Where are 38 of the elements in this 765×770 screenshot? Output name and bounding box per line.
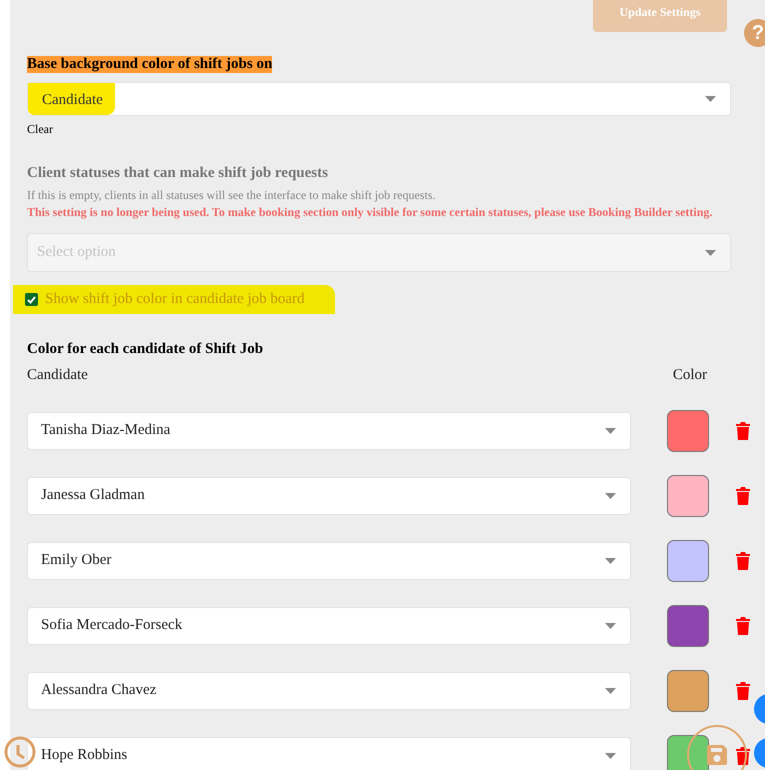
caret-icon [605, 492, 616, 498]
caret-icon [605, 688, 616, 694]
color-swatch[interactable] [667, 670, 709, 712]
caret-icon [605, 558, 616, 564]
base-color-select[interactable]: Candidate [27, 82, 731, 116]
color-swatch[interactable] [667, 734, 709, 770]
caret-icon [605, 752, 616, 758]
trash-icon[interactable] [736, 486, 750, 504]
trash-icon[interactable] [736, 552, 750, 570]
person-select[interactable]: Alessandra Chavez [27, 672, 631, 710]
color-swatch[interactable] [667, 604, 709, 646]
column-header: Candidate [27, 367, 88, 384]
person-select[interactable]: Janessa Gladman [27, 476, 631, 514]
clock-icon[interactable] [4, 736, 36, 768]
person-select[interactable]: Sofia Mercado-Forseck [27, 606, 631, 644]
trash-icon[interactable] [736, 616, 750, 634]
caret-icon [605, 428, 616, 434]
checkbox[interactable] [25, 293, 38, 306]
trash-icon[interactable] [736, 422, 750, 440]
person-select[interactable]: Emily Ober [27, 542, 631, 580]
color-swatch[interactable] [667, 540, 709, 582]
clear-link[interactable]: Clear [27, 122, 53, 137]
caret-icon [705, 250, 716, 256]
warning-text: This setting is no longer being used. To make booking section only visible for some certain statuses, please use Booking Builder setting. [27, 205, 712, 220]
floppy-icon [706, 744, 728, 766]
trash-icon[interactable] [736, 682, 750, 700]
save-button[interactable] [687, 725, 747, 770]
color-swatch[interactable] [667, 474, 709, 516]
hint-text: If this is empty, clients in all statuses will see the interface to make shift job requests. [27, 188, 436, 203]
section-heading: Color for each candidate of Shift Job [27, 341, 264, 358]
column-header: Color [672, 367, 707, 384]
color-swatch[interactable] [667, 410, 709, 452]
caret-icon [605, 622, 616, 628]
trash-icon[interactable] [736, 746, 750, 764]
caret-icon [705, 96, 716, 102]
section-heading: Client statuses that can make shift job requests [27, 165, 328, 182]
person-select[interactable]: Tanisha Diaz-Medina [27, 412, 631, 450]
person-select[interactable]: Hope Robbins [27, 736, 631, 770]
